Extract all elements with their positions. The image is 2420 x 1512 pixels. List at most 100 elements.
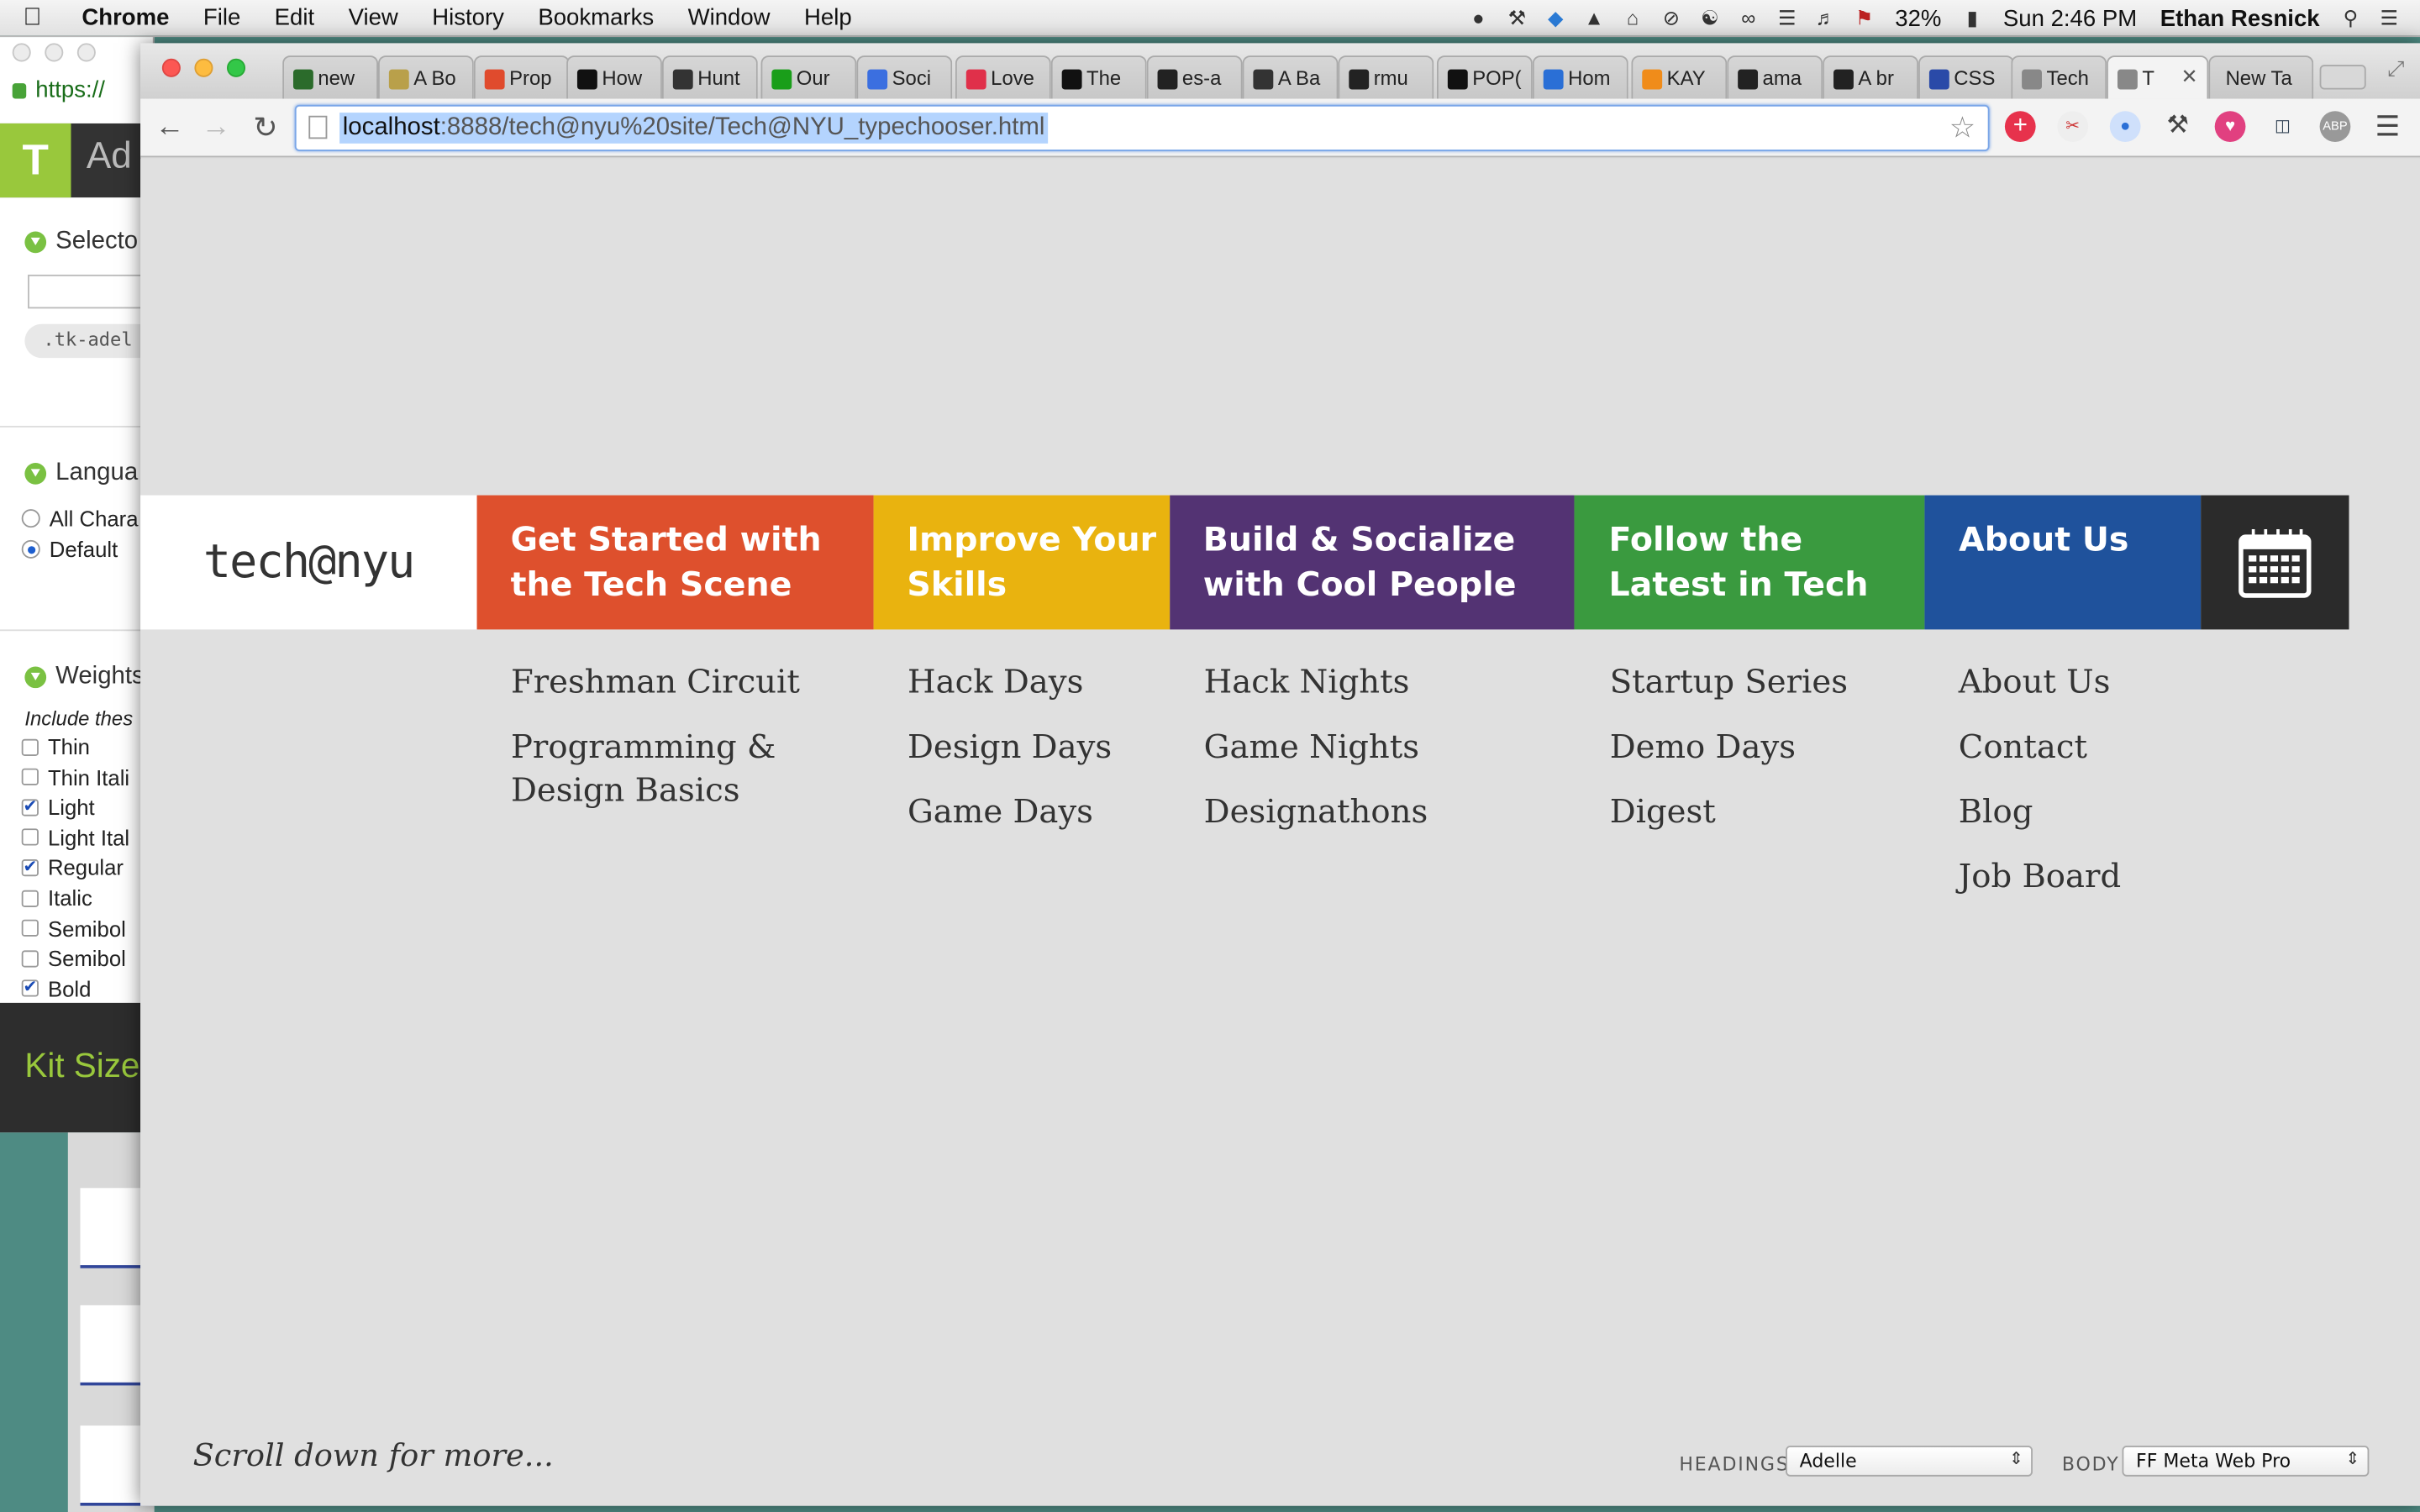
typekit-url[interactable]: https://	[12, 77, 105, 103]
link-game-nights[interactable]: Game Nights	[1204, 725, 1428, 768]
tab-18[interactable]: Tech	[2011, 55, 2107, 99]
tab-10[interactable]: A Ba	[1242, 55, 1339, 99]
body-font-select[interactable]: FF Meta Web Pro ⇕	[2122, 1446, 2370, 1477]
fullscreen-icon[interactable]: ⤢	[2387, 55, 2405, 81]
save-icon[interactable]: ◫	[2267, 111, 2298, 142]
battery-percent[interactable]: 32%	[1891, 5, 1946, 31]
link-programming-design-basics[interactable]: Programming & Design Basics	[511, 725, 804, 811]
zoom-icon[interactable]	[226, 58, 246, 77]
drive-icon[interactable]: ▲	[1581, 7, 1606, 29]
category-about-us[interactable]: About Us	[1924, 495, 2202, 630]
wrench-icon[interactable]: ⚒	[2162, 111, 2193, 142]
link-about-us[interactable]: About Us	[1959, 660, 2121, 703]
weight-option[interactable]: ✔ Light	[21, 795, 95, 820]
tab-20[interactable]: New Ta	[2208, 55, 2314, 99]
link-digest[interactable]: Digest	[1610, 790, 1848, 832]
weight-option[interactable]: ✔ Bold	[21, 976, 92, 1001]
weight-option[interactable]: Italic	[21, 885, 92, 911]
link-game-days[interactable]: Game Days	[908, 790, 1112, 832]
creative-cloud-icon[interactable]: ∞	[1736, 7, 1760, 29]
tab-13[interactable]: Hom	[1532, 55, 1628, 99]
address-bar[interactable]: localhost:8888/tech@nyu%20site/Tech@NYU_…	[294, 104, 1990, 151]
tab-5[interactable]: Our	[760, 55, 857, 99]
tab-9[interactable]: es-a	[1146, 55, 1243, 99]
flag-icon[interactable]: ⚑	[1852, 7, 1876, 29]
weight-option[interactable]: Thin Itali	[21, 764, 129, 790]
link-hack-nights[interactable]: Hack Nights	[1204, 660, 1428, 703]
site-logo[interactable]: tech@nyu	[140, 495, 477, 630]
link-hack-days[interactable]: Hack Days	[908, 660, 1112, 703]
weights-heading[interactable]: Weights	[24, 664, 145, 691]
minimize-icon[interactable]	[45, 43, 64, 62]
tab-3[interactable]: How	[566, 55, 662, 99]
spotlight-icon[interactable]: ⚲	[2338, 7, 2363, 29]
link-startup-series[interactable]: Startup Series	[1610, 660, 1848, 703]
menu-edit[interactable]: Edit	[257, 0, 331, 36]
tab-2[interactable]: Prop	[473, 55, 570, 99]
bookmark-star-icon[interactable]: ☆	[1949, 111, 1975, 146]
menu-bookmarks[interactable]: Bookmarks	[521, 0, 671, 36]
tab-6[interactable]: Soci	[856, 55, 953, 99]
tab-1[interactable]: A Bo	[377, 55, 474, 99]
pocket-icon[interactable]: ♥	[2214, 111, 2246, 142]
menu-window[interactable]: Window	[671, 0, 786, 36]
link-blog[interactable]: Blog	[1959, 790, 2121, 832]
menu-icon[interactable]: ☰	[2372, 111, 2403, 142]
user-name[interactable]: Ethan Resnick	[2155, 5, 2324, 31]
category-follow-latest[interactable]: Follow the Latest in Tech	[1575, 495, 1925, 630]
url-text[interactable]: localhost:8888/tech@nyu%20site/Tech@NYU_…	[339, 113, 1049, 144]
wrench-icon[interactable]: ⚒	[1505, 7, 1529, 29]
tab-14[interactable]: KAY	[1631, 55, 1728, 99]
link-job-board[interactable]: Job Board	[1959, 855, 2121, 898]
link-freshman-circuit[interactable]: Freshman Circuit	[511, 660, 804, 703]
adblock-icon[interactable]: ABP	[2319, 111, 2351, 142]
headings-font-select[interactable]: Adelle ⇕	[1786, 1446, 2033, 1477]
calendar-icon[interactable]	[2201, 495, 2349, 630]
tab-19[interactable]: T ✕	[2107, 55, 2209, 99]
weight-option[interactable]: Semibol	[21, 946, 126, 971]
volume-icon[interactable]: ♬	[1813, 7, 1838, 29]
category-get-started[interactable]: Get Started with the Tech Scene	[476, 495, 873, 630]
selector-input[interactable]	[28, 274, 155, 309]
menu-history[interactable]: History	[415, 0, 521, 36]
link-contact[interactable]: Contact	[1959, 725, 2121, 768]
selectors-heading[interactable]: Selecto	[24, 228, 138, 256]
wifi-icon[interactable]: ☰	[1775, 7, 1799, 29]
back-icon[interactable]: ←	[153, 111, 187, 144]
tab-12[interactable]: POP(	[1436, 55, 1533, 99]
category-build-socialize[interactable]: Build & Socialize with Cool People	[1169, 495, 1576, 630]
selector-tag[interactable]: .tk-adel	[24, 323, 155, 359]
apple-icon[interactable]: 	[0, 4, 65, 32]
tab-7[interactable]: Love	[955, 55, 1051, 99]
tab-16[interactable]: A br	[1823, 55, 1919, 99]
reload-icon[interactable]: ↻	[249, 111, 282, 146]
circle-extension-icon[interactable]: ●	[2109, 111, 2141, 142]
new-tab-button[interactable]	[2319, 65, 2366, 90]
link-designathons[interactable]: Designathons	[1204, 790, 1428, 832]
notification-bell-icon[interactable]: ●	[1466, 7, 1491, 29]
home-icon[interactable]: ⌂	[1620, 7, 1644, 29]
tab-17[interactable]: CSS	[1918, 55, 2014, 99]
clock[interactable]: Sun 2:46 PM	[1998, 5, 2141, 31]
tab-11[interactable]: rmu	[1338, 55, 1434, 99]
link-design-days[interactable]: Design Days	[908, 725, 1112, 768]
tab-15[interactable]: ama	[1727, 55, 1823, 99]
tab-0[interactable]: new	[282, 55, 378, 99]
language-heading[interactable]: Langua	[24, 459, 138, 487]
minimize-icon[interactable]	[194, 58, 213, 77]
menu-help[interactable]: Help	[787, 0, 869, 36]
menu-file[interactable]: File	[187, 0, 258, 36]
weight-option[interactable]: Thin	[21, 734, 90, 759]
menu-app[interactable]: Chrome	[65, 0, 187, 36]
close-tab-icon[interactable]: ✕	[2181, 65, 2197, 89]
language-option-default[interactable]: Default	[21, 537, 118, 562]
language-option-all[interactable]: All Chara	[21, 506, 139, 531]
tab-4[interactable]: Hunt	[661, 55, 758, 99]
zoom-icon[interactable]	[76, 43, 96, 62]
sync-icon[interactable]: ⊘	[1659, 7, 1683, 29]
scissors-icon[interactable]: ✂	[2057, 111, 2089, 142]
category-improve-skills[interactable]: Improve Your Skills	[872, 495, 1170, 630]
weight-option[interactable]: Light Ital	[21, 825, 129, 850]
battery-icon[interactable]: ▮	[1960, 7, 1984, 29]
weight-option[interactable]: Semibol	[21, 916, 126, 941]
